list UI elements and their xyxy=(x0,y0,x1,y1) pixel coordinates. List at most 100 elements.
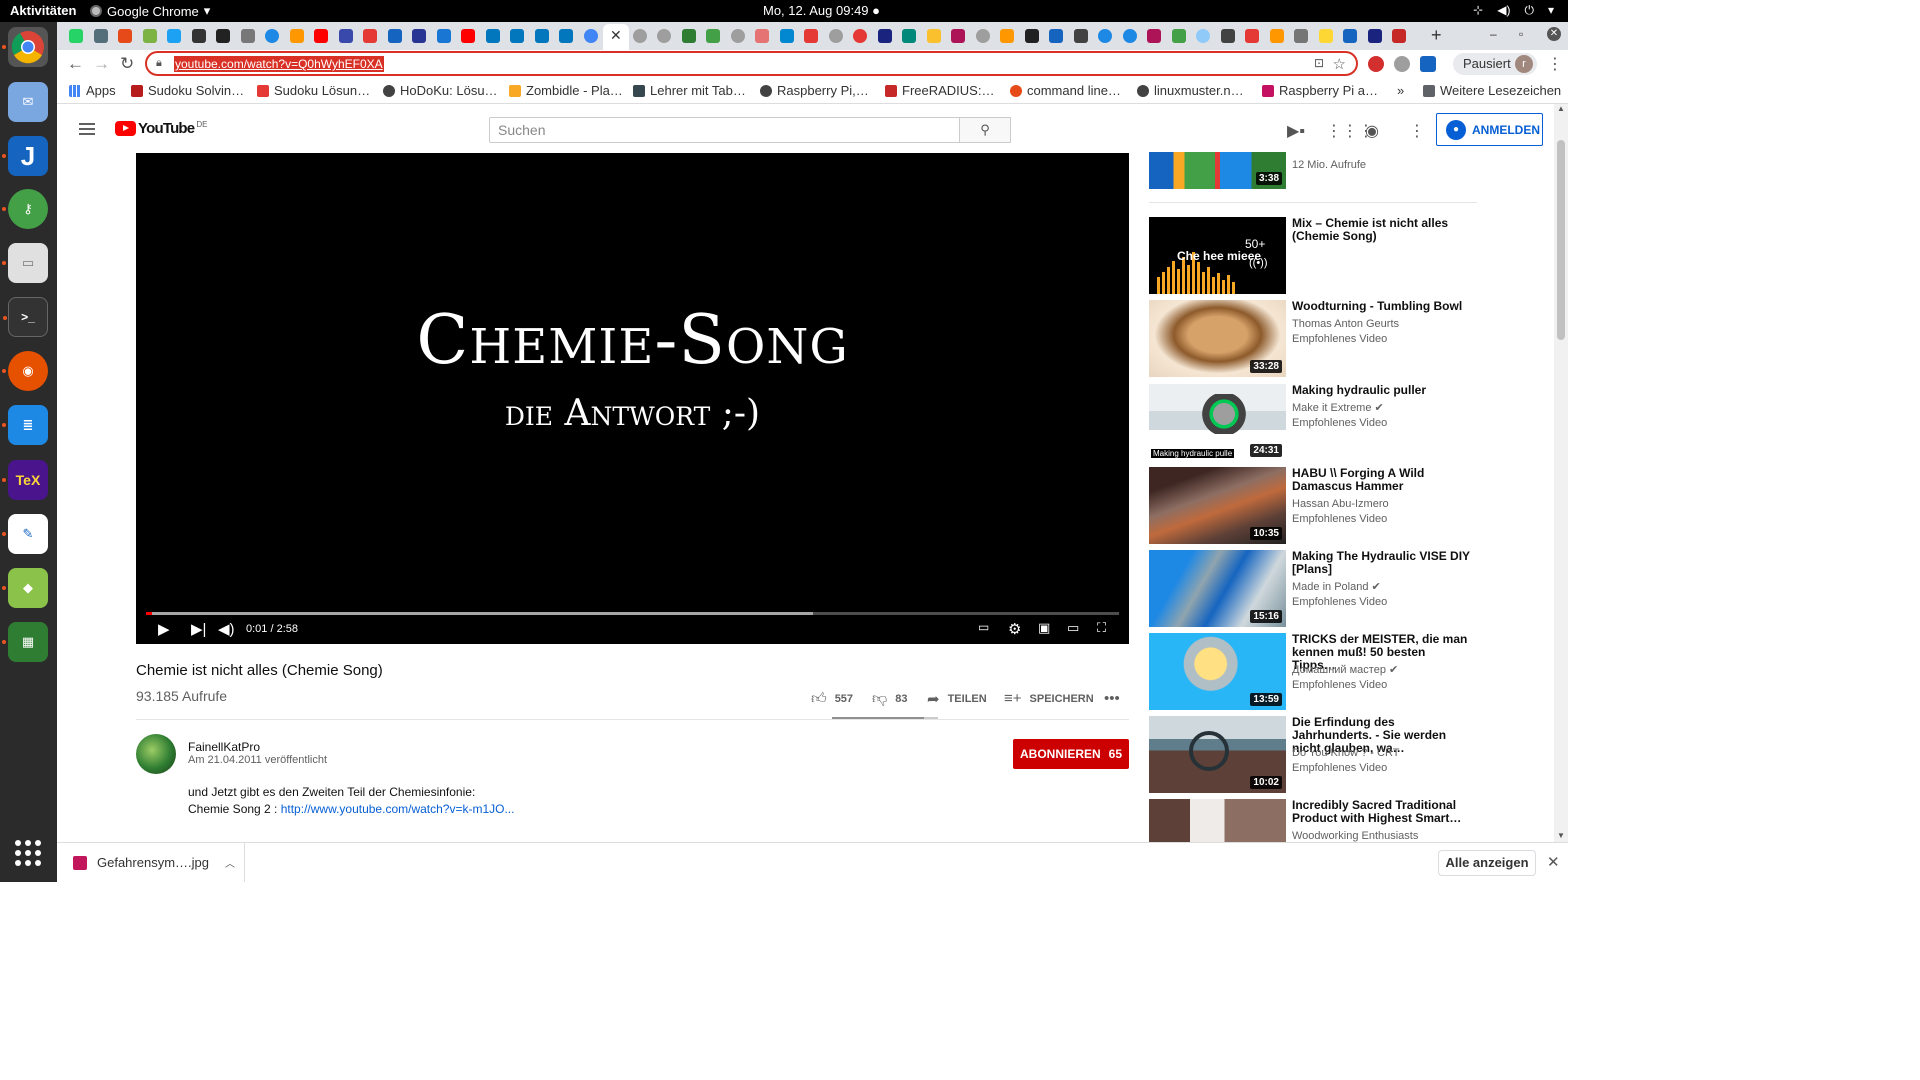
tab-33[interactable] xyxy=(878,29,892,43)
tab-10[interactable] xyxy=(290,29,304,43)
show-apps-icon[interactable] xyxy=(15,840,41,866)
tab-54[interactable] xyxy=(1392,29,1406,43)
tab-42[interactable] xyxy=(1098,29,1112,43)
dock-texmaker[interactable]: TeX xyxy=(2,460,48,500)
video-thumbnail[interactable] xyxy=(1149,799,1286,842)
video-thumbnail[interactable]: 13:59 xyxy=(1149,633,1286,710)
tab-50[interactable] xyxy=(1294,29,1308,43)
video-player[interactable]: Chemie-Song die Antwort ;-) ▶ ▶| ◀) 0:01… xyxy=(136,153,1129,644)
url-text[interactable]: youtube.com/watch?v=Q0hWyhEF0XA xyxy=(174,56,384,72)
bookmark-item[interactable]: HoDoKu: Lösu… xyxy=(383,83,498,98)
subscribe-button[interactable]: ABONNIEREN 65 xyxy=(1013,739,1129,769)
video-thumbnail[interactable]: 15:16 xyxy=(1149,550,1286,627)
related-video[interactable]: Making hydraulic pulle 24:31 Making hydr… xyxy=(1149,384,1479,462)
channel-name[interactable]: Hassan Abu-Izmero xyxy=(1292,497,1472,512)
address-bar[interactable]: 🔒︎ youtube.com/watch?v=Q0hWyhEF0XA ⊡ ☆ xyxy=(145,51,1358,76)
tab-12[interactable] xyxy=(339,29,353,43)
tab-3[interactable] xyxy=(118,29,132,43)
extension-icon-3[interactable] xyxy=(1420,56,1436,72)
profile-button[interactable]: Pausiert r xyxy=(1453,53,1537,75)
dock-terminal[interactable]: >_ xyxy=(3,297,48,337)
tab-38[interactable] xyxy=(1000,29,1014,43)
video-title[interactable]: Making The Hydraulic VISE DIY [Plans] xyxy=(1292,550,1472,576)
bookmark-star-icon[interactable]: ☆ xyxy=(1333,55,1346,73)
video-title[interactable]: Woodturning - Tumbling Bowl xyxy=(1292,300,1472,313)
dock-calc[interactable]: ▦ xyxy=(2,622,48,662)
related-video[interactable]: Incredibly Sacred Traditional Product wi… xyxy=(1149,799,1479,842)
tab-26[interactable] xyxy=(706,29,720,43)
minimize-icon[interactable]: – xyxy=(1490,27,1497,41)
close-icon[interactable]: ✕ xyxy=(1547,853,1560,871)
tab-whatsapp[interactable] xyxy=(69,29,83,43)
bookmark-item[interactable]: Sudoku Lösun… xyxy=(257,83,370,98)
reload-icon[interactable]: ↻ xyxy=(120,54,134,74)
tab-6[interactable] xyxy=(192,29,206,43)
progress-bar[interactable] xyxy=(146,612,1119,615)
tab-30[interactable] xyxy=(804,29,818,43)
dock-mail[interactable]: ✉ xyxy=(8,82,48,122)
more-bookmarks-button[interactable]: » xyxy=(1397,83,1404,98)
page-scrollbar[interactable]: ▲ ▼ xyxy=(1554,104,1568,842)
tab-20[interactable] xyxy=(535,29,549,43)
dock-writer[interactable]: ≣ xyxy=(2,405,48,445)
channel-name[interactable]: Make it Extreme ✔ xyxy=(1292,401,1472,416)
tab-51[interactable] xyxy=(1319,29,1333,43)
description-link[interactable]: http://www.youtube.com/watch?v=k-m1JO... xyxy=(281,802,515,816)
window-close-icon[interactable]: ✕ xyxy=(1547,27,1561,41)
tab-35[interactable] xyxy=(927,29,941,43)
tab-45[interactable] xyxy=(1172,29,1186,43)
video-thumbnail[interactable]: 10:02 xyxy=(1149,716,1286,793)
dock-jameica[interactable]: J xyxy=(2,136,48,176)
bookmark-item[interactable]: Sudoku Solvin… xyxy=(131,83,244,98)
related-video[interactable]: 10:02 Die Erfindung des Jahrhunderts. - … xyxy=(1149,716,1479,794)
tab-48[interactable] xyxy=(1245,29,1259,43)
tab-19[interactable] xyxy=(510,29,524,43)
video-thumbnail[interactable]: Making hydraulic pulle 24:31 xyxy=(1149,384,1286,461)
volume-icon[interactable]: ◀) xyxy=(218,620,235,638)
chrome-menu-icon[interactable]: ⋮ xyxy=(1547,54,1563,74)
bookmark-item[interactable]: linuxmuster.n… xyxy=(1137,83,1244,98)
clock[interactable]: Mo, 12. Aug 09:49 ● xyxy=(763,3,880,18)
scroll-up-icon[interactable]: ▲ xyxy=(1557,104,1565,113)
tab-16[interactable] xyxy=(437,29,451,43)
video-thumbnail[interactable]: 10:35 xyxy=(1149,467,1286,544)
dock-firefox[interactable]: ◉ xyxy=(2,351,48,391)
more-actions-button[interactable]: ••• xyxy=(1104,690,1120,707)
video-thumbnail[interactable]: 33:28 xyxy=(1149,300,1286,377)
tab-18[interactable] xyxy=(486,29,500,43)
download-item[interactable]: Gefahrensym….jpg ︿ xyxy=(57,843,245,882)
show-all-downloads-button[interactable]: Alle anzeigen xyxy=(1438,850,1536,876)
tab-youtube-2[interactable] xyxy=(461,29,475,43)
tab-52[interactable] xyxy=(1343,29,1357,43)
menu-icon[interactable] xyxy=(79,123,95,138)
bookmark-item[interactable]: Zombidle - Pla… xyxy=(509,83,623,98)
tab-21[interactable] xyxy=(559,29,573,43)
related-video[interactable]: 33:28 Woodturning - Tumbling Bowl Thomas… xyxy=(1149,300,1479,378)
translate-icon[interactable]: ⊡ xyxy=(1314,56,1324,70)
channel-name[interactable]: Thomas Anton Geurts xyxy=(1292,317,1472,332)
scrollbar-thumb[interactable] xyxy=(1557,140,1565,340)
tab-14[interactable] xyxy=(388,29,402,43)
tab-28[interactable] xyxy=(755,29,769,43)
system-tray[interactable]: ⊹ ◀) ⏻ ▾ xyxy=(1473,3,1554,18)
tab-7[interactable] xyxy=(216,29,230,43)
channel-name[interactable]: FainellKatPro xyxy=(188,740,260,754)
tab-44[interactable] xyxy=(1147,29,1161,43)
related-video[interactable]: 15:16 Making The Hydraulic VISE DIY [Pla… xyxy=(1149,550,1479,628)
channel-name[interactable]: Woodworking Enthusiasts xyxy=(1292,829,1472,842)
video-title[interactable]: Incredibly Sacred Traditional Product wi… xyxy=(1292,799,1472,825)
dock-chrome[interactable] xyxy=(2,27,48,67)
bookmark-item[interactable]: Lehrer mit Tab… xyxy=(633,83,746,98)
tab-15[interactable] xyxy=(412,29,426,43)
fullscreen-icon[interactable]: ⛶ xyxy=(1097,620,1106,636)
settings-gear-icon[interactable]: ⚙ xyxy=(1008,620,1021,638)
channel-name[interactable]: Do You Know ? - CRT xyxy=(1292,746,1472,761)
dock-text-editor[interactable]: ✎ xyxy=(2,514,48,554)
tab-36[interactable] xyxy=(951,29,965,43)
search-button[interactable]: ⚲ xyxy=(959,117,1011,143)
settings-dots-icon[interactable]: ⋮ xyxy=(1409,121,1425,141)
app-menu[interactable]: Google Chrome ▾ xyxy=(90,3,210,19)
other-bookmarks[interactable]: Weitere Lesezeichen xyxy=(1423,83,1561,98)
tab-29[interactable] xyxy=(780,29,794,43)
scroll-down-icon[interactable]: ▼ xyxy=(1557,831,1565,840)
